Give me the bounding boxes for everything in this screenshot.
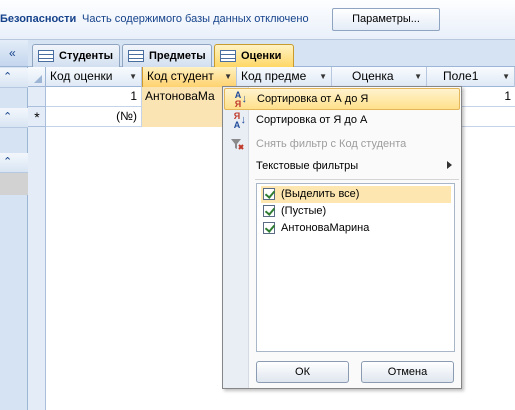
nav-selected-item[interactable] bbox=[0, 173, 28, 195]
menu-item-sort-desc[interactable]: Я А ↓ Сортировка от Я до А bbox=[224, 110, 460, 132]
dropdown-arrow-icon[interactable]: ▼ bbox=[502, 67, 510, 86]
message-bar: Безопасности Часть содержимого базы данн… bbox=[0, 0, 515, 40]
table-icon bbox=[220, 50, 236, 62]
dropdown-arrow-icon[interactable]: ▼ bbox=[224, 67, 232, 86]
menu-item-label: Текстовые фильтры bbox=[256, 160, 359, 172]
sort-ascending-icon: А Я ↓ bbox=[234, 90, 247, 109]
navigation-pane: « ⌃ ⌃ ⌃ bbox=[0, 40, 28, 410]
select-all-corner[interactable] bbox=[28, 67, 46, 87]
column-header-label: Поле1 bbox=[443, 69, 479, 83]
chevron-up-icon: ⌃ bbox=[3, 156, 13, 168]
clear-filter-icon bbox=[228, 136, 246, 154]
record-selector[interactable] bbox=[28, 87, 46, 107]
nav-group-header[interactable]: ⌃ bbox=[0, 108, 28, 128]
table-icon bbox=[128, 50, 144, 62]
tab-label: Студенты bbox=[59, 50, 113, 62]
collapse-pane-icon[interactable]: « bbox=[9, 46, 16, 60]
filter-values-list[interactable]: (Выделить все) (Пустые) АнтоноваМарина bbox=[256, 183, 455, 352]
sort-descending-icon: Я А ↓ bbox=[233, 111, 246, 130]
column-header[interactable]: Поле1 ▼ bbox=[427, 67, 515, 87]
checkbox-checked[interactable] bbox=[263, 188, 275, 200]
column-header-label: Оценка bbox=[352, 69, 394, 83]
menu-item-text-filters[interactable]: Текстовые фильтры bbox=[224, 156, 460, 178]
menu-item-label: Снять фильтр с Код студента bbox=[256, 138, 407, 150]
dropdown-arrow-icon[interactable]: ▼ bbox=[129, 67, 137, 86]
column-header-row: Код оценки ▼ Код студент ▼ Код предме ▼ Оце… bbox=[46, 67, 515, 87]
filter-value-item[interactable]: (Выделить все) bbox=[261, 186, 451, 203]
tab-label: Оценки bbox=[241, 50, 282, 62]
options-button[interactable]: Параметры... bbox=[332, 8, 440, 31]
chevron-up-icon: ⌃ bbox=[3, 71, 13, 83]
column-header-active[interactable]: Код студент ▼ bbox=[142, 67, 237, 87]
checkbox-checked[interactable] bbox=[263, 222, 275, 234]
tab-grades[interactable]: Оценки bbox=[214, 44, 294, 67]
column-filter-menu: А Я ↓ Сортировка от А до Я Я А ↓ Сортировка … bbox=[222, 86, 462, 389]
menu-item-clear-filter[interactable]: Снять фильтр с Код студента bbox=[224, 134, 460, 156]
message-bar-text: Часть содержимого базы данных отключено bbox=[82, 13, 309, 25]
column-header-label: Код студент bbox=[147, 69, 214, 83]
filter-value-label: АнтоноваМарина bbox=[281, 222, 370, 234]
filter-value-item[interactable]: (Пустые) bbox=[261, 203, 451, 220]
nav-group-header[interactable]: ⌃ bbox=[0, 68, 28, 88]
navigation-pane-header: « bbox=[0, 40, 28, 67]
table-icon bbox=[38, 50, 54, 62]
document-tabs: Студенты Предметы Оценки bbox=[28, 40, 515, 67]
new-record-marker: * bbox=[28, 107, 46, 127]
menu-icon-gutter bbox=[223, 87, 249, 388]
tab-subjects[interactable]: Предметы bbox=[122, 44, 212, 67]
column-header[interactable]: Код предме ▼ bbox=[237, 67, 332, 87]
column-header[interactable]: Оценка ▼ bbox=[332, 67, 427, 87]
nav-group-header[interactable]: ⌃ bbox=[0, 153, 28, 173]
table-cell[interactable]: 1 bbox=[46, 87, 142, 107]
chevron-up-icon: ⌃ bbox=[3, 111, 13, 123]
filter-value-label: (Пустые) bbox=[281, 205, 327, 217]
menu-item-sort-asc[interactable]: А Я ↓ Сортировка от А до Я bbox=[224, 88, 460, 110]
ok-button[interactable]: ОК bbox=[256, 361, 349, 383]
checkbox-checked[interactable] bbox=[263, 205, 275, 217]
column-header-label: Код предме bbox=[241, 69, 307, 83]
filter-value-label: (Выделить все) bbox=[281, 188, 360, 200]
dropdown-arrow-icon[interactable]: ▼ bbox=[414, 67, 422, 86]
column-header-label: Код оценки bbox=[50, 69, 113, 83]
message-bar-title: Безопасности bbox=[0, 13, 77, 25]
menu-item-label: Сортировка от Я до А bbox=[256, 114, 368, 126]
menu-item-label: Сортировка от А до Я bbox=[257, 93, 369, 105]
dropdown-arrow-icon[interactable]: ▼ bbox=[319, 67, 327, 86]
tab-label: Предметы bbox=[149, 50, 206, 62]
column-header[interactable]: Код оценки ▼ bbox=[46, 67, 142, 87]
menu-separator bbox=[255, 179, 459, 180]
filter-value-item[interactable]: АнтоноваМарина bbox=[261, 220, 451, 237]
submenu-arrow-icon bbox=[447, 161, 452, 169]
table-cell[interactable]: (№) bbox=[46, 107, 142, 127]
tab-students[interactable]: Студенты bbox=[32, 44, 120, 67]
cancel-button[interactable]: Отмена bbox=[361, 361, 454, 383]
